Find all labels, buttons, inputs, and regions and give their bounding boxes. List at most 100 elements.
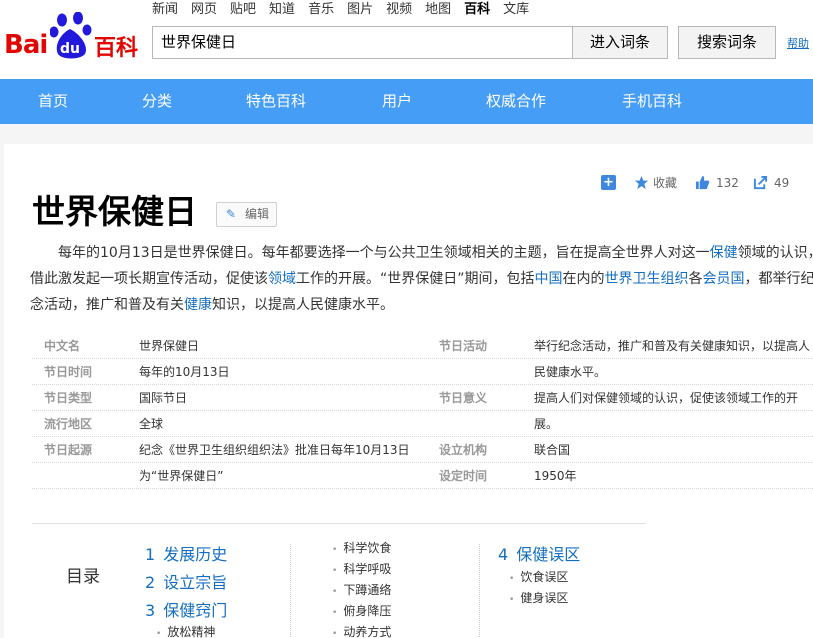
logo-bai-text: Bai [4,30,48,60]
enter-entry-button[interactable]: 进入词条 [572,26,668,59]
nav-home[interactable]: 首页 [38,79,68,124]
bullet-icon: • [332,545,338,555]
baidu-baike-logo[interactable]: Bai du 百科 [2,8,142,61]
topnav-baike[interactable]: 百科 [464,2,490,18]
info-value: 纪念《世界卫生组织组织法》批准日每年10月13日 [139,443,410,457]
info-value: 每年的10月13日 [139,365,230,379]
topnav-images[interactable]: 图片 [347,2,373,18]
toc-item[interactable]: 2 设立宗旨 [145,573,227,593]
share-icon [753,175,768,190]
bullet-icon: • [332,587,338,597]
info-key: 节日起源 [44,443,93,457]
info-value: 联合国 [534,443,571,457]
toc-subitem[interactable]: • 下蹲通络 [332,582,391,600]
summary-text: ，都举行纪 [744,271,813,287]
toc-subitem[interactable]: • 俯身降压 [332,603,391,621]
edit-label: 编辑 [245,207,270,221]
link-who[interactable]: 世界卫生组织 [605,271,689,287]
toc-label: 保健窍门 [163,601,228,620]
share-button[interactable]: 49 [753,174,789,192]
info-value: 1950年 [534,469,577,483]
bullet-icon: • [509,574,515,584]
toc-header: 目录 [32,524,132,638]
add-icon[interactable]: + [601,175,616,190]
topnav-tieba[interactable]: 贴吧 [230,2,256,18]
bullet-icon: • [332,629,338,638]
topnav-music[interactable]: 音乐 [308,2,334,18]
toc-subitem[interactable]: • 科学呼吸 [332,561,391,579]
toc-subitem[interactable]: • 动养方式 [332,624,391,638]
nav-featured[interactable]: 特色百科 [246,79,306,124]
topnav-web[interactable]: 网页 [191,2,217,18]
table-of-contents: 目录 1 发展历史 2 设立宗旨 3 保健窍门 • 放松精神 • 科学饮食 • 科学呼吸 •… [32,523,646,638]
toc-label: 保健误区 [516,545,581,564]
link-lingyu[interactable]: 领域 [268,271,296,287]
search-entry-button[interactable]: 搜索词条 [678,26,776,59]
info-key: 设定时间 [439,469,488,483]
toc-subitem[interactable]: • 健身误区 [509,590,568,608]
nav-mobile[interactable]: 手机百科 [622,79,682,124]
info-row: 为“世界保健日” 设定时间 1950年 [32,463,813,489]
toc-subitem[interactable]: • 饮食误区 [509,569,568,587]
toc-sublabel: 科学饮食 [343,541,392,555]
summary-line-1: 每年的10月13日是世界保健日。每年都要选择一个与公共卫生领域相关的主题，旨在提… [30,240,813,266]
toc-item[interactable]: 3 保健窍门 [145,601,227,621]
page-title: 世界保健日 [32,192,197,231]
toc-sublabel: 动养方式 [343,625,392,638]
bullet-icon: • [509,595,515,605]
topnav-map[interactable]: 地图 [425,2,451,18]
summary-text: 借此激发起一项长期宣传活动，促使该 [30,271,268,287]
help-link[interactable]: 帮助 [787,35,809,51]
toc-sublabel: 放松精神 [167,625,216,638]
toc-divider [290,544,291,638]
info-value: 为“世界保健日” [139,469,224,483]
nav-authority[interactable]: 权威合作 [486,79,546,124]
toc-number: 1 [145,545,156,564]
toc-sublabel: 俯身降压 [343,604,392,618]
article-summary: 每年的10月13日是世界保健日。每年都要选择一个与公共卫生领域相关的主题，旨在提… [30,240,813,318]
topnav-wenku[interactable]: 文库 [503,2,529,18]
like-button[interactable]: 132 [695,174,739,192]
toc-item[interactable]: 4 保健误区 [498,545,580,565]
info-key: 中文名 [44,339,81,353]
info-value: 民健康水平。 [534,365,607,379]
summary-text: 各 [688,271,703,287]
toc-number: 2 [145,573,156,592]
like-count: 132 [716,176,739,190]
summary-text: 领域的认识， [737,245,813,261]
summary-line-3: 念活动，推广和普及有关健康知识，以提高人民健康水平。 [30,292,813,318]
toc-subitem[interactable]: • 科学饮食 [332,540,391,558]
info-value: 国际节日 [139,391,188,405]
logo-du-text: du [60,41,80,57]
info-key: 流行地区 [44,417,93,431]
summary-text: 知识，以提高人民健康水平。 [212,297,394,313]
toc-subitem[interactable]: • 放松精神 [156,624,215,638]
share-count: 49 [774,176,790,190]
search-input[interactable]: 世界保健日 [152,26,572,59]
toc-item[interactable]: 1 发展历史 [145,545,227,565]
nav-users[interactable]: 用户 [382,79,412,124]
info-row: 节日起源 纪念《世界卫生组织组织法》批准日每年10月13日 设立机构 联合国 [32,437,813,463]
info-key: 节日意义 [439,391,488,405]
topnav-news[interactable]: 新闻 [152,2,178,18]
topnav-zhidao[interactable]: 知道 [269,2,295,18]
toc-label: 发展历史 [163,545,228,564]
thumbs-up-icon [695,175,710,190]
info-key: 节日时间 [44,365,93,379]
info-value: 全球 [139,417,164,431]
star-icon [634,175,649,190]
link-china[interactable]: 中国 [535,271,563,287]
favorite-button[interactable]: 收藏 [634,174,677,192]
link-member-states[interactable]: 会员国 [703,271,745,287]
edit-button[interactable]: ✎ 编辑 [216,202,277,227]
link-health[interactable]: 健康 [184,297,212,313]
topnav-video[interactable]: 视频 [386,2,412,18]
link-baojian[interactable]: 保健 [710,245,738,261]
product-nav: 新闻 网页 贴吧 知道 音乐 图片 视频 地图 百科 文库 [152,2,542,18]
toc-sublabel: 科学呼吸 [343,562,392,576]
nav-category[interactable]: 分类 [142,79,172,124]
info-key: 节日活动 [439,339,488,353]
pencil-icon: ✎ [226,207,237,221]
info-value: 提高人们对保健领域的认识，促使该领域工作的开 [534,391,799,405]
toc-number: 3 [145,601,156,620]
